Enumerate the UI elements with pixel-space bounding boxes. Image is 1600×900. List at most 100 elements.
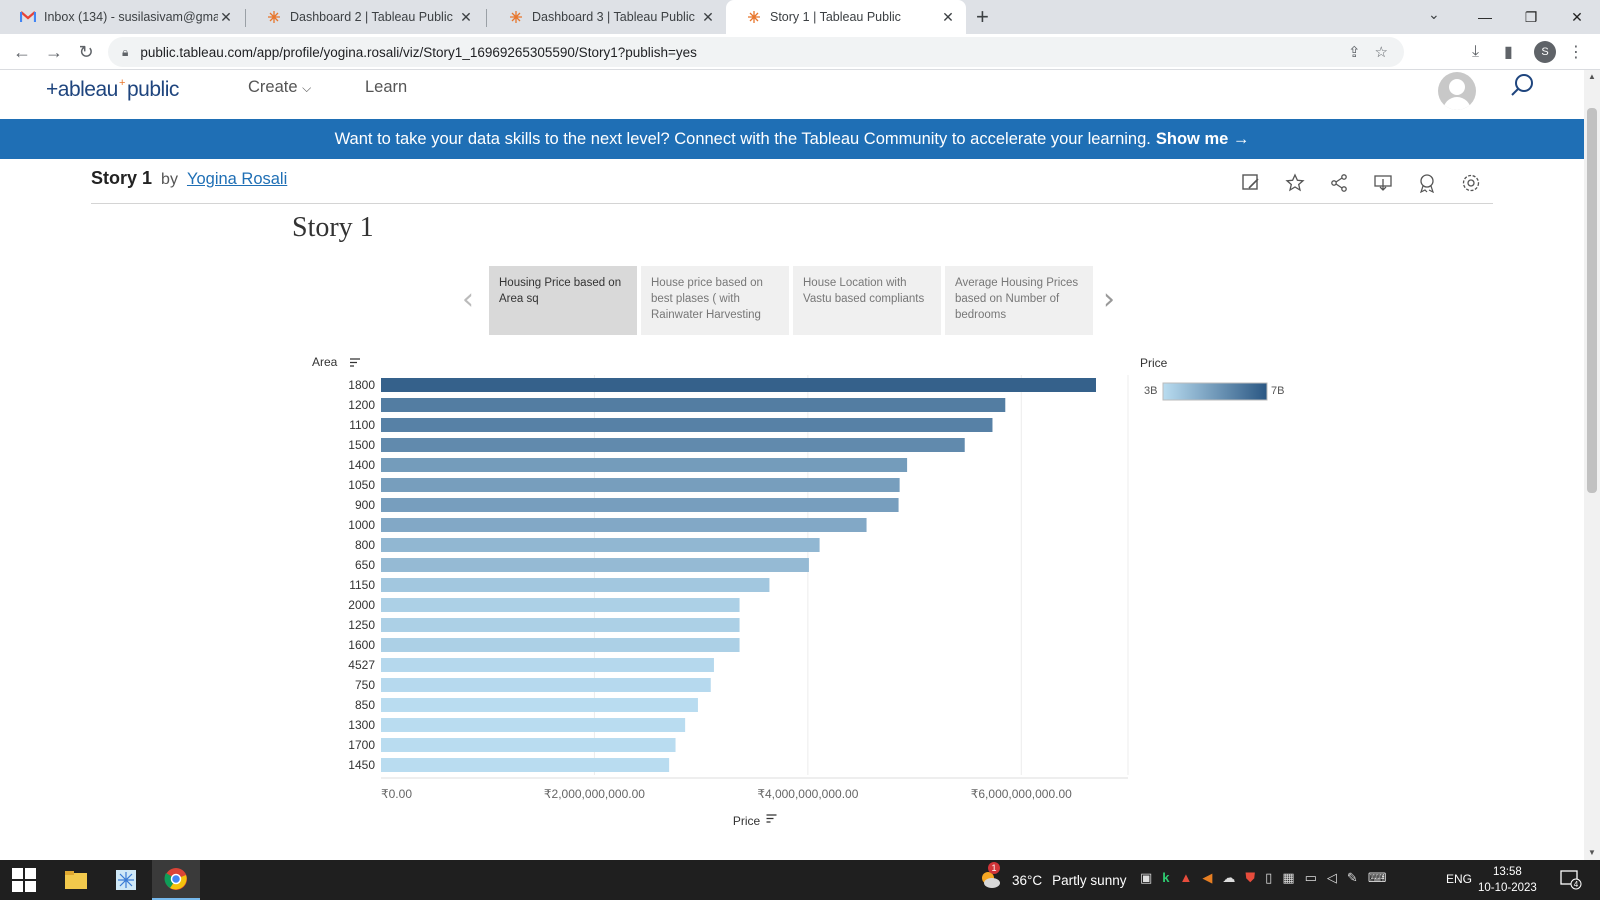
user-avatar[interactable] — [1438, 72, 1476, 110]
scrollbar-thumb[interactable] — [1587, 108, 1597, 493]
bar-chart: Area 1800 1200 1100 1500 1400 1050 900 1000 800 65… — [300, 350, 1300, 830]
bar — [381, 378, 1096, 392]
y-tick-label: 1200 — [348, 398, 375, 412]
share-page-icon[interactable]: ⇪ — [1348, 43, 1361, 61]
sort-icon — [350, 358, 360, 367]
tab-dashboard-3[interactable]: Dashboard 3 | Tableau Public ✕ — [488, 0, 726, 34]
close-tab-icon[interactable]: ✕ — [700, 9, 716, 26]
vc-icon[interactable]: ▦ — [1282, 870, 1294, 886]
weather-temp: 36°C — [1012, 872, 1043, 888]
network-icon[interactable]: ▭ — [1305, 870, 1317, 886]
keyboard-icon[interactable]: ⌨ — [1368, 870, 1387, 886]
close-window-icon[interactable]: ✕ — [1554, 0, 1600, 34]
close-tab-icon[interactable]: ✕ — [218, 9, 234, 26]
side-panel-icon[interactable]: ▮ — [1504, 40, 1513, 64]
y-tick-label: 4527 — [348, 658, 375, 672]
reload-icon[interactable]: ↻ — [74, 40, 98, 64]
tableau-icon — [746, 9, 762, 25]
story-point-3[interactable]: House Location with Vastu based complian… — [793, 266, 941, 335]
windows-start-icon[interactable] — [0, 860, 48, 900]
chevron-down-icon[interactable]: ⌄ — [1428, 6, 1440, 23]
tab-dashboard-2[interactable]: Dashboard 2 | Tableau Public ✕ — [246, 0, 484, 34]
profile-avatar[interactable]: S — [1534, 40, 1556, 64]
download-icon[interactable] — [1370, 170, 1396, 196]
edit-icon[interactable] — [1238, 170, 1264, 196]
chrome-icon[interactable] — [152, 860, 200, 900]
header-divider — [91, 203, 1493, 204]
snipping-tool-icon[interactable] — [102, 860, 150, 900]
star-icon[interactable] — [1282, 170, 1308, 196]
bar — [381, 418, 993, 432]
scroll-up-icon[interactable]: ▲ — [1588, 72, 1596, 81]
pen-icon[interactable]: ✎ — [1347, 870, 1358, 886]
speaker-app-icon[interactable]: ◀ — [1202, 870, 1212, 886]
bar — [381, 758, 670, 772]
tab-title: Inbox (134) - susilasivam@gmail. — [44, 10, 218, 24]
story-next-arrow-icon[interactable]: › — [1103, 282, 1115, 317]
author-link[interactable]: Yogina Rosali — [187, 170, 287, 188]
legend-max-label: 7B — [1271, 385, 1284, 397]
search-icon[interactable] — [1508, 72, 1536, 100]
nav-learn[interactable]: Learn — [365, 78, 407, 97]
browser-tab-strip: Inbox (134) - susilasivam@gmail. ✕ Dashb… — [0, 0, 1600, 34]
badge-icon[interactable] — [1414, 170, 1440, 196]
viz-title: Story 1 — [91, 168, 153, 188]
volume-muted-icon[interactable]: ◁ — [1327, 870, 1337, 886]
community-banner: Want to take your data skills to the nex… — [0, 119, 1584, 159]
x-axis-title: Price — [733, 814, 761, 828]
tableau-public-logo[interactable]: +ableau + public — [46, 74, 196, 110]
bookmark-star-icon[interactable]: ☆ — [1375, 43, 1388, 61]
tab-story-1[interactable]: Story 1 | Tableau Public ✕ — [726, 0, 966, 34]
page-scrollbar[interactable]: ▲ ▼ — [1584, 70, 1600, 860]
x-tick-label: ₹0.00 — [381, 787, 412, 801]
file-explorer-icon[interactable] — [52, 860, 100, 900]
cloud-icon[interactable]: ☁ — [1222, 870, 1235, 886]
y-tick-label: 1700 — [348, 738, 375, 752]
contacts-icon[interactable]: ▣ — [1140, 870, 1152, 886]
x-tick-label: ₹2,000,000,000.00 — [544, 787, 645, 801]
language-indicator[interactable]: ENG — [1446, 872, 1472, 886]
close-tab-icon[interactable]: ✕ — [458, 9, 474, 26]
warning-icon[interactable]: ▲ — [1180, 870, 1193, 886]
new-tab-button[interactable]: + — [976, 4, 989, 30]
forward-arrow-icon[interactable]: → — [42, 40, 66, 64]
show-me-link[interactable]: Show me → — [1156, 130, 1250, 149]
share-icon[interactable] — [1326, 170, 1352, 196]
notification-center-icon[interactable]: 4 — [1560, 870, 1582, 893]
scroll-down-icon[interactable]: ▼ — [1588, 848, 1596, 857]
bar — [381, 458, 908, 472]
address-bar[interactable]: 🔒︎ public.tableau.com/app/profile/yogina… — [108, 37, 1404, 67]
downloads-icon[interactable]: ⤓ — [1472, 40, 1479, 64]
browser-menu-icon[interactable]: ⋮ — [1568, 40, 1584, 64]
weather-alert-badge: 1 — [988, 861, 1000, 874]
y-tick-label: 900 — [355, 498, 375, 512]
back-arrow-icon[interactable]: ← — [10, 40, 34, 64]
bar — [381, 398, 1006, 412]
minimize-icon[interactable]: — — [1462, 0, 1508, 34]
y-tick-label: 1800 — [348, 378, 375, 392]
svg-text:+ableau: +ableau — [46, 78, 118, 101]
k-app-icon[interactable]: k — [1162, 870, 1169, 886]
system-clock[interactable]: 13:58 10-10-2023 — [1478, 864, 1537, 896]
story-point-1[interactable]: Housing Price based on Area sq — [489, 266, 637, 335]
restore-icon[interactable]: ❐ — [1508, 0, 1554, 34]
tab-title: Dashboard 2 | Tableau Public — [290, 10, 453, 24]
close-tab-icon[interactable]: ✕ — [940, 9, 956, 26]
nav-create[interactable]: Create ⌵ — [248, 78, 311, 97]
story-prev-arrow-icon[interactable]: ‹ — [462, 282, 474, 317]
settings-icon[interactable] — [1458, 170, 1484, 196]
y-tick-label: 650 — [355, 558, 375, 572]
story-point-4[interactable]: Average Housing Prices based on Number o… — [945, 266, 1093, 335]
y-tick-label: 1000 — [348, 518, 375, 532]
tab-title: Dashboard 3 | Tableau Public — [532, 10, 695, 24]
weather-widget[interactable]: 1 36°C Partly sunny — [978, 860, 1126, 900]
tab-separator — [486, 9, 487, 27]
shield-icon[interactable]: ⛊ — [1245, 870, 1255, 886]
usb-icon[interactable]: ▯ — [1265, 870, 1272, 886]
story-title: Story 1 — [292, 212, 374, 243]
tab-gmail-inbox[interactable]: Inbox (134) - susilasivam@gmail. ✕ — [0, 0, 244, 34]
bar — [381, 678, 711, 692]
sort-icon — [766, 814, 777, 823]
story-point-2[interactable]: House price based on best plases ( with … — [641, 266, 789, 335]
y-tick-label: 800 — [355, 538, 375, 552]
